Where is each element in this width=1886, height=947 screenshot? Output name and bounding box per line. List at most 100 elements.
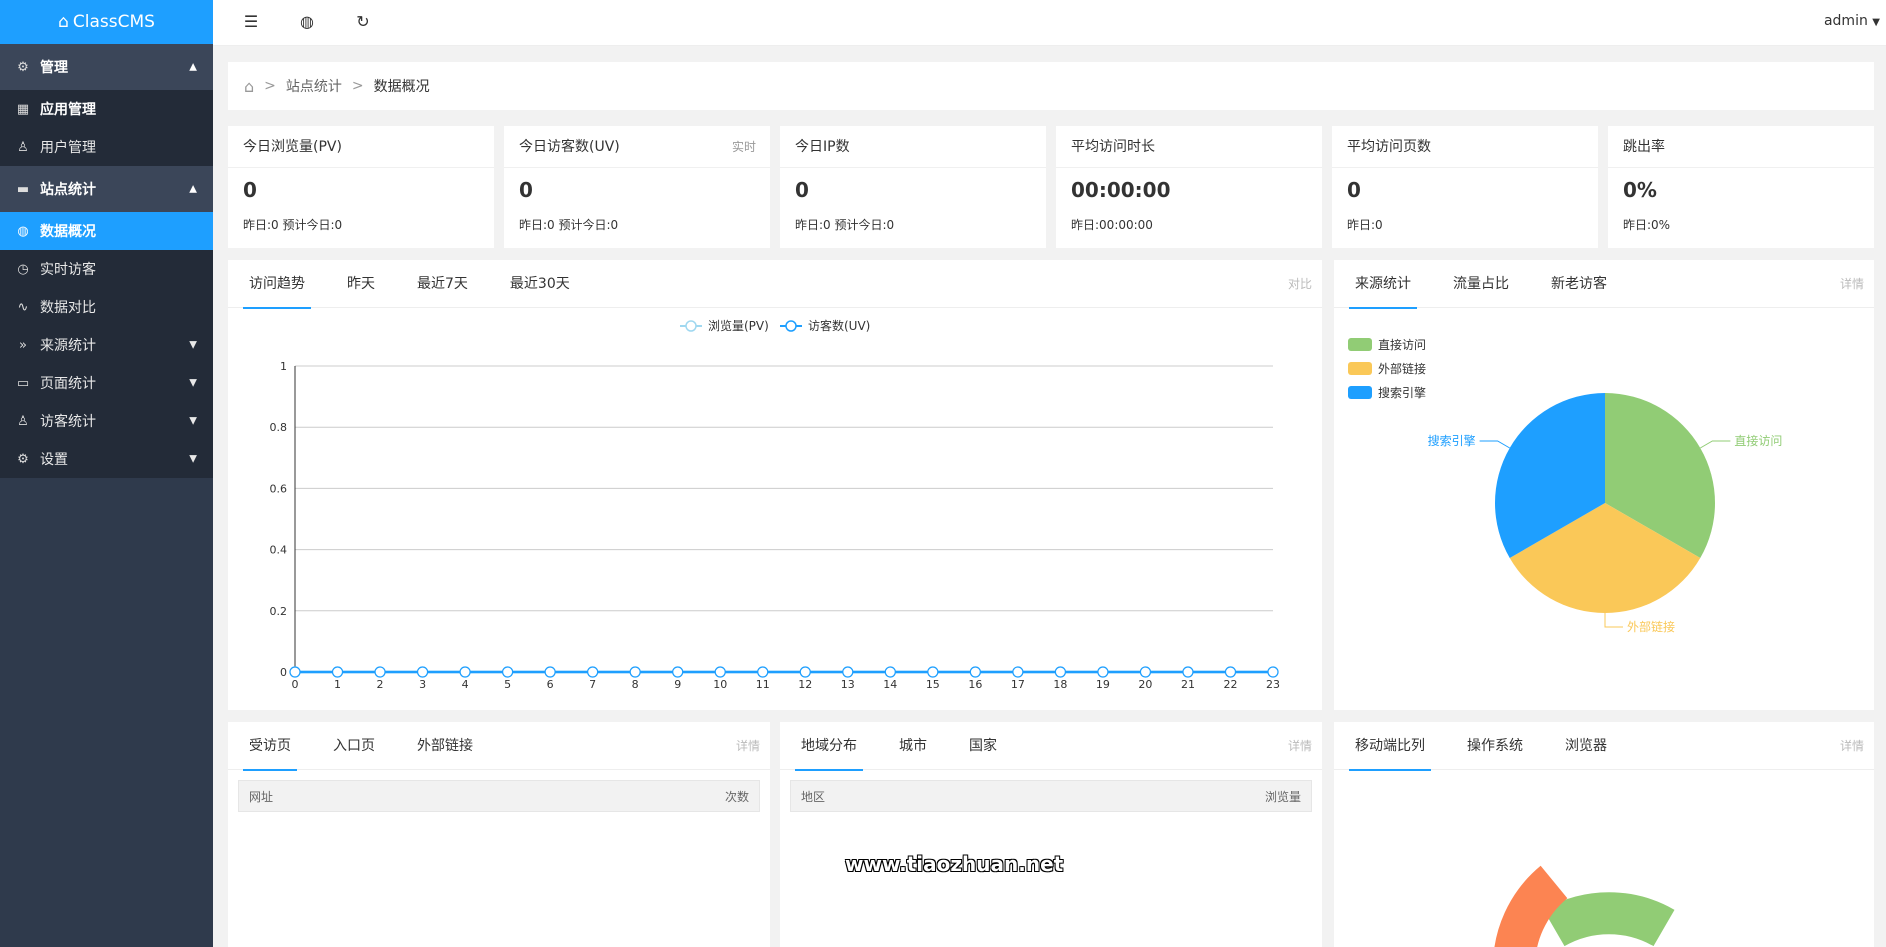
tab-trend[interactable]: 访问趋势	[243, 260, 311, 309]
x-tick-label: 13	[841, 678, 855, 691]
sidebar-item-source[interactable]: » 来源统计 ▼	[0, 326, 213, 364]
sidebar-item-visitors[interactable]: ♙ 访客统计 ▼	[0, 402, 213, 440]
pie-chart: 直接访问外部链接搜索引擎 直接访问外部链接搜索引擎	[1348, 337, 1782, 634]
details-link[interactable]: 详情	[736, 722, 760, 770]
tab-browser[interactable]: 浏览器	[1559, 722, 1613, 770]
y-tick-label: 0	[280, 666, 287, 679]
tab-source[interactable]: 来源统计	[1349, 260, 1417, 309]
caret-down-icon: ▼	[189, 415, 197, 427]
tab-yesterday[interactable]: 昨天	[341, 260, 381, 308]
x-tick-label: 21	[1181, 678, 1195, 691]
username: admin	[1823, 13, 1868, 29]
globe-icon[interactable]: ◍	[297, 12, 317, 31]
stat-sub: 昨日:0	[1347, 218, 1383, 232]
tab-region[interactable]: 地域分布	[795, 722, 863, 771]
details-link[interactable]: 详情	[1288, 722, 1312, 770]
sidebar-item-pages[interactable]: ▭ 页面统计 ▼	[0, 364, 213, 402]
data-point	[331, 666, 344, 678]
tab-mobile-ratio[interactable]: 移动端比列	[1349, 722, 1431, 771]
data-point	[1139, 666, 1152, 678]
tab-30days[interactable]: 最近30天	[504, 260, 576, 308]
sidebar-item-settings[interactable]: ⚙ 设置 ▼	[0, 440, 213, 478]
gear-icon: ⚙	[17, 451, 29, 467]
stat-value: 0	[1347, 178, 1361, 202]
sidebar-item-label: 数据对比	[40, 300, 96, 316]
nav-group-stats[interactable]: ▬ 站点统计 ▲	[0, 166, 213, 212]
legend-label-uv[interactable]: 访客数(UV)	[808, 318, 870, 333]
sidebar-item-label: 设置	[40, 452, 68, 468]
data-point	[1224, 666, 1237, 678]
breadcrumb-level1[interactable]: 站点统计	[286, 76, 342, 96]
data-point	[1182, 666, 1194, 678]
x-tick-label: 10	[713, 678, 727, 691]
sidebar-item-realtime[interactable]: ◷ 实时访客	[0, 250, 213, 288]
legend-label[interactable]: 直接访问	[1378, 337, 1426, 352]
home-icon: ⌂	[58, 12, 69, 32]
x-tick-label: 22	[1223, 678, 1237, 691]
column-header-region: 地区	[801, 789, 826, 804]
x-tick-label: 20	[1138, 678, 1152, 691]
x-tick-label: 12	[798, 678, 812, 691]
data-point	[1267, 666, 1279, 678]
stat-sub: 昨日:0 预计今日:0	[795, 218, 895, 232]
refresh-icon[interactable]: ↻	[353, 12, 373, 31]
legend-label-pv[interactable]: 浏览量(PV)	[708, 318, 769, 333]
line-chart: 浏览量(PV) 访客数(UV) 00.20.40.60.810 1 2 3 4 5 6 7 8 9…	[270, 318, 1281, 691]
menu-toggle-icon[interactable]: ☰	[241, 12, 261, 31]
x-tick-label: 6	[547, 678, 554, 691]
legend-label[interactable]: 搜索引擎	[1378, 385, 1426, 400]
data-point	[544, 666, 556, 678]
donut-chart	[1494, 865, 1675, 947]
x-tick-label: 2	[377, 678, 384, 691]
tab-os[interactable]: 操作系统	[1461, 722, 1529, 770]
caret-up-icon: ▲	[189, 61, 197, 73]
data-point	[459, 666, 471, 678]
stat-sub: 昨日:0 预计今日:0	[519, 218, 619, 232]
data-point	[714, 666, 726, 678]
compare-link[interactable]: 对比	[1288, 260, 1312, 308]
app-logo[interactable]: ⌂ ClassCMS	[0, 0, 213, 44]
stat-card-ip: 今日IP数 0 昨日:0 预计今日:0	[780, 126, 1046, 248]
tab-traffic-share[interactable]: 流量占比	[1447, 260, 1515, 308]
stat-sub: 昨日:0%	[1623, 218, 1671, 232]
sidebar-item-apps[interactable]: ▦ 应用管理	[0, 90, 213, 128]
user-menu[interactable]: admin ▼	[1824, 13, 1880, 29]
tab-entry-pages[interactable]: 入口页	[327, 722, 381, 770]
tab-external-links[interactable]: 外部链接	[411, 722, 479, 770]
x-tick-label: 11	[756, 678, 770, 691]
region-card: 地域分布 城市 国家 详情 地区 浏览量	[780, 722, 1322, 947]
table-header: 网址 次数	[238, 780, 760, 812]
x-tick-label: 23	[1266, 678, 1280, 691]
home-icon[interactable]: ⌂	[244, 77, 254, 96]
y-tick-label: 0.6	[270, 482, 288, 495]
user-icon: ♙	[17, 139, 29, 155]
sidebar-item-compare[interactable]: ∿ 数据对比	[0, 288, 213, 326]
tab-city[interactable]: 城市	[893, 722, 933, 770]
chat-icon: ▬	[16, 181, 30, 197]
pie-label: 外部链接	[1627, 619, 1675, 634]
stat-value: 0	[243, 178, 257, 202]
device-card: 移动端比列 操作系统 浏览器 详情	[1334, 722, 1874, 947]
clock-icon: ◷	[17, 261, 29, 277]
globe-icon: ◍	[17, 223, 29, 239]
data-point	[1054, 666, 1066, 678]
sidebar-item-users[interactable]: ♙ 用户管理	[0, 128, 213, 166]
pages-tabs: 受访页 入口页 外部链接 详情	[228, 722, 770, 771]
donut-segment-orange	[1494, 865, 1568, 947]
details-link[interactable]: 详情	[1840, 260, 1864, 308]
sidebar-item-overview[interactable]: ◍ 数据概况	[0, 212, 213, 250]
x-tick-label: 15	[926, 678, 940, 691]
stat-card-pages: 平均访问页数 0 昨日:0	[1332, 126, 1598, 248]
data-point	[416, 666, 429, 678]
x-tick-label: 17	[1011, 678, 1025, 691]
caret-down-icon: ▼	[1872, 17, 1880, 28]
chart-legend: 浏览量(PV) 访客数(UV)	[680, 318, 870, 333]
tab-country[interactable]: 国家	[963, 722, 1003, 770]
tab-new-old[interactable]: 新老访客	[1545, 260, 1613, 308]
nav-group-manage[interactable]: ⚙ 管理 ▲	[0, 44, 213, 90]
nav-group-manage-label: 管理	[40, 60, 68, 76]
tab-7days[interactable]: 最近7天	[411, 260, 474, 308]
details-link[interactable]: 详情	[1840, 722, 1864, 770]
legend-label[interactable]: 外部链接	[1378, 361, 1426, 376]
tab-visited-pages[interactable]: 受访页	[243, 722, 297, 771]
